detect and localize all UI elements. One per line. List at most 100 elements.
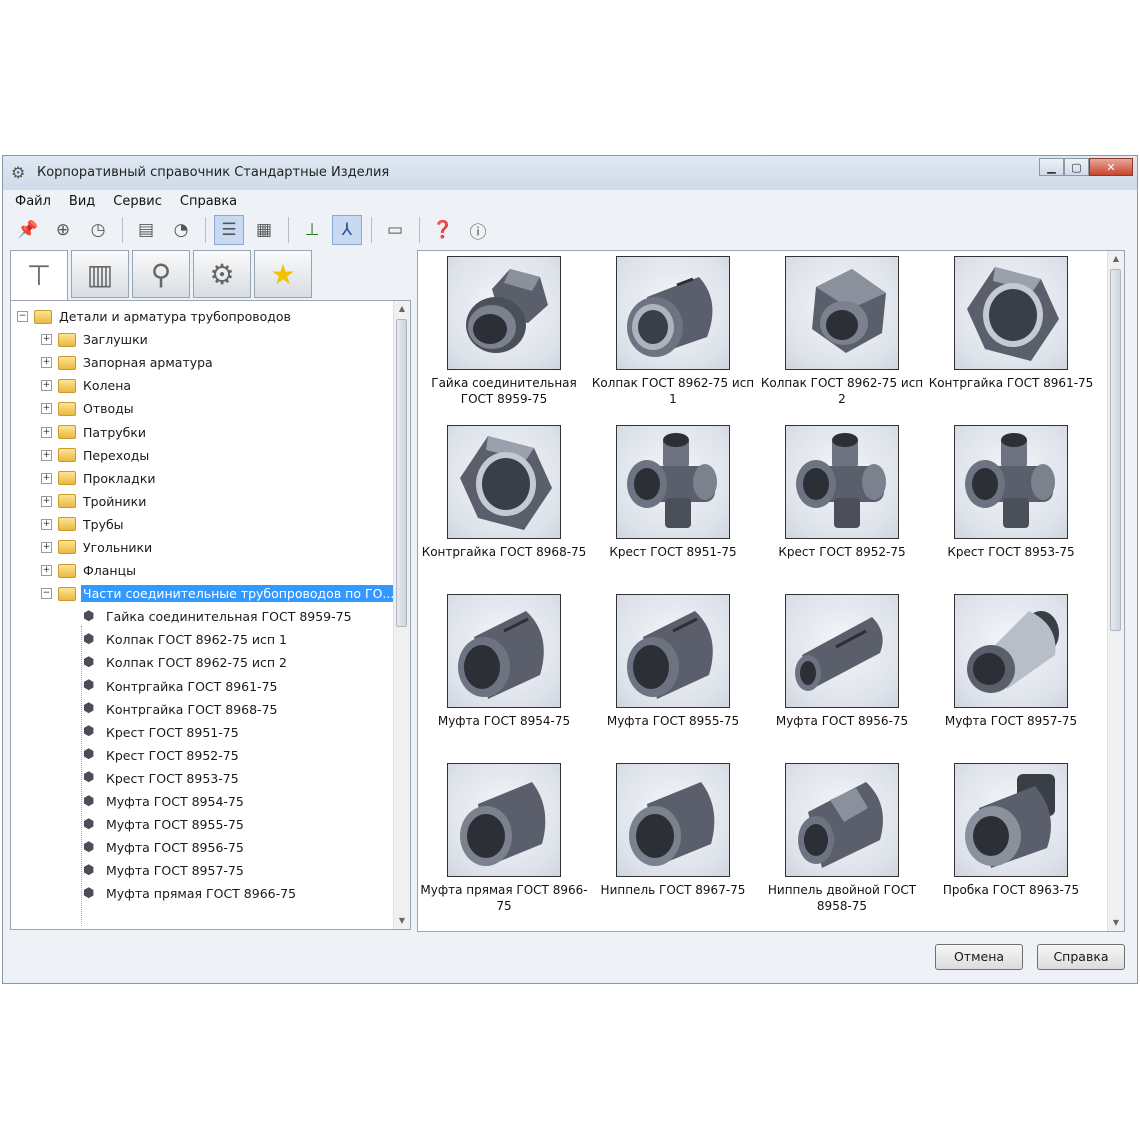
gallery-item[interactable]: Контргайка ГОСТ 8968-75	[420, 420, 588, 580]
gallery-item[interactable]: Колпак ГОСТ 8962-75 исп 2	[758, 251, 926, 411]
list-view-icon[interactable]: ☰	[214, 215, 244, 245]
tree-part-item[interactable]: ⬢ Колпак ГОСТ 8962-75 исп 2	[11, 651, 394, 674]
tree-folder[interactable]: + Тройники	[11, 490, 394, 513]
locknut-part-image	[447, 425, 561, 539]
tree-scrollbar[interactable]: ▲ ▼	[393, 301, 410, 929]
info-icon[interactable]: ⓘ	[463, 215, 493, 245]
collapse-icon[interactable]: −	[41, 588, 52, 600]
menu-help[interactable]: Справка	[180, 194, 237, 209]
gallery-scrollbar[interactable]: ▲ ▼	[1107, 251, 1124, 931]
tree-part-item[interactable]: ⬢ Гайка соединительная ГОСТ 8959-75	[11, 605, 394, 628]
drawing-tab-icon[interactable]: ▥	[71, 250, 129, 298]
expand-icon[interactable]: +	[41, 357, 52, 369]
gallery-item-label: Муфта ГОСТ 8955-75	[606, 714, 740, 728]
gallery-item[interactable]: Муфта ГОСТ 8957-75	[927, 589, 1095, 749]
tree-folder[interactable]: + Переходы	[11, 444, 394, 467]
gallery-item-label: Муфта ГОСТ 8956-75	[775, 714, 909, 728]
tree-part-item[interactable]: ⬢ Муфта ГОСТ 8954-75	[11, 790, 394, 813]
tree-part-item[interactable]: ⬢ Колпак ГОСТ 8962-75 исп 1	[11, 628, 394, 651]
expand-icon[interactable]: +	[41, 472, 52, 484]
maximize-button[interactable]: ▢	[1064, 158, 1089, 176]
tree-folder[interactable]: − Части соединительные трубопроводов по Г…	[11, 582, 397, 605]
panel-icon[interactable]: ▭	[380, 215, 410, 245]
expand-icon[interactable]: +	[41, 449, 52, 461]
sleeve-part-image	[447, 763, 561, 877]
tree-part-item[interactable]: ⬢ Крест ГОСТ 8952-75	[11, 744, 394, 767]
gallery-item[interactable]: Муфта ГОСТ 8955-75	[589, 589, 757, 749]
menu-file[interactable]: Файл	[15, 194, 51, 209]
star-tab-icon[interactable]: ★	[254, 250, 312, 298]
part-icon: ⬢	[83, 631, 95, 647]
gallery-item[interactable]: Крест ГОСТ 8952-75	[758, 420, 926, 580]
expand-icon[interactable]: +	[41, 565, 52, 577]
gallery-item[interactable]: Пробка ГОСТ 8963-75	[927, 758, 1095, 918]
expand-icon[interactable]: +	[41, 380, 52, 392]
tree-part-item[interactable]: ⬢ Муфта ГОСТ 8955-75	[11, 813, 394, 836]
tree-folder[interactable]: + Заглушки	[11, 328, 394, 351]
close-button[interactable]: ✕	[1089, 158, 1133, 176]
tree-part-item[interactable]: ⬢ Крест ГОСТ 8951-75	[11, 721, 394, 744]
tree-part-item[interactable]: ⬢ Контргайка ГОСТ 8968-75	[11, 698, 394, 721]
gallery-item[interactable]: Контргайка ГОСТ 8961-75	[927, 251, 1095, 411]
gallery-item[interactable]: Муфта ГОСТ 8954-75	[420, 589, 588, 749]
gallery-item[interactable]: Муфта ГОСТ 8956-75	[758, 589, 926, 749]
tree-folder[interactable]: + Колена	[11, 374, 394, 397]
tree-guide-line	[81, 626, 83, 926]
menu-service[interactable]: Сервис	[113, 194, 162, 209]
table-view-icon[interactable]: ▦	[249, 215, 279, 245]
gallery-item[interactable]: Ниппель двойной ГОСТ 8958-75	[758, 758, 926, 918]
clock-icon[interactable]: ◷	[83, 215, 113, 245]
tree-part-item[interactable]: ⬢ Муфта ГОСТ 8957-75	[11, 859, 394, 882]
tree-root[interactable]: − Детали и арматура трубопроводов	[11, 305, 394, 328]
binoculars-icon[interactable]: ⊕	[48, 215, 78, 245]
help-button[interactable]: Справка	[1037, 944, 1125, 970]
help-icon[interactable]: ❓	[428, 215, 458, 245]
tree-item-label: Переходы	[83, 447, 150, 463]
expand-icon[interactable]: +	[41, 334, 52, 346]
scroll-thumb[interactable]	[396, 319, 407, 627]
tree-part-item[interactable]: ⬢ Контргайка ГОСТ 8961-75	[11, 675, 394, 698]
tree-part-item[interactable]: ⬢ Крест ГОСТ 8953-75	[11, 767, 394, 790]
save-icon[interactable]: ▤	[131, 215, 161, 245]
axis-3d-icon[interactable]: ⅄	[332, 215, 362, 245]
tree-folder[interactable]: + Запорная арматура	[11, 351, 394, 374]
expand-icon[interactable]: +	[41, 495, 52, 507]
gallery-item-label: Контргайка ГОСТ 8961-75	[928, 376, 1094, 390]
hex-cap-part-image	[785, 256, 899, 370]
expand-icon[interactable]: +	[41, 541, 52, 553]
catalog-tree[interactable]: − Детали и арматура трубопроводов + Заглушк…	[10, 300, 411, 930]
collapse-icon[interactable]: −	[17, 311, 28, 323]
bolt-tab-icon[interactable]: ⊤	[10, 250, 68, 300]
scroll-up-arrow[interactable]: ▲	[1108, 251, 1124, 267]
tree-folder[interactable]: + Трубы	[11, 513, 394, 536]
refresh-icon[interactable]: ◔	[166, 215, 196, 245]
axis-2d-icon[interactable]: ⊥	[297, 215, 327, 245]
gallery-item[interactable]: Гайка соединительная ГОСТ 8959-75	[420, 251, 588, 411]
gallery-item[interactable]: Ниппель ГОСТ 8967-75	[589, 758, 757, 918]
tree-part-item[interactable]: ⬢ Муфта прямая ГОСТ 8966-75	[11, 882, 394, 905]
tree-folder[interactable]: + Угольники	[11, 536, 394, 559]
fitting-tab-icon[interactable]: ⚲	[132, 250, 190, 298]
menu-view[interactable]: Вид	[69, 194, 95, 209]
tree-part-item[interactable]: ⬢ Муфта ГОСТ 8956-75	[11, 836, 394, 859]
pin-icon[interactable]: 📌	[13, 215, 43, 245]
gallery-item[interactable]: Крест ГОСТ 8953-75	[927, 420, 1095, 580]
expand-icon[interactable]: +	[41, 403, 52, 415]
tree-folder[interactable]: + Прокладки	[11, 467, 394, 490]
gear-tab-icon[interactable]: ⚙	[193, 250, 251, 298]
tree-folder[interactable]: + Отводы	[11, 397, 394, 420]
expand-icon[interactable]: +	[41, 518, 52, 530]
scroll-up-arrow[interactable]: ▲	[394, 301, 410, 317]
gallery-item[interactable]: Колпак ГОСТ 8962-75 исп 1	[589, 251, 757, 411]
scroll-down-arrow[interactable]: ▼	[1108, 915, 1124, 931]
tree-folder[interactable]: + Патрубки	[11, 420, 394, 443]
gallery-item[interactable]: Муфта прямая ГОСТ 8966-75	[420, 758, 588, 918]
gallery-item[interactable]: Крест ГОСТ 8951-75	[589, 420, 757, 580]
scroll-down-arrow[interactable]: ▼	[394, 913, 410, 929]
minimize-button[interactable]: ▁	[1039, 158, 1064, 176]
expand-icon[interactable]: +	[41, 426, 52, 438]
gallery-item-label: Ниппель двойной ГОСТ 8958-75	[767, 883, 917, 913]
scroll-thumb[interactable]	[1110, 269, 1121, 631]
cancel-button[interactable]: Отмена	[935, 944, 1023, 970]
tree-folder[interactable]: + Фланцы	[11, 559, 394, 582]
